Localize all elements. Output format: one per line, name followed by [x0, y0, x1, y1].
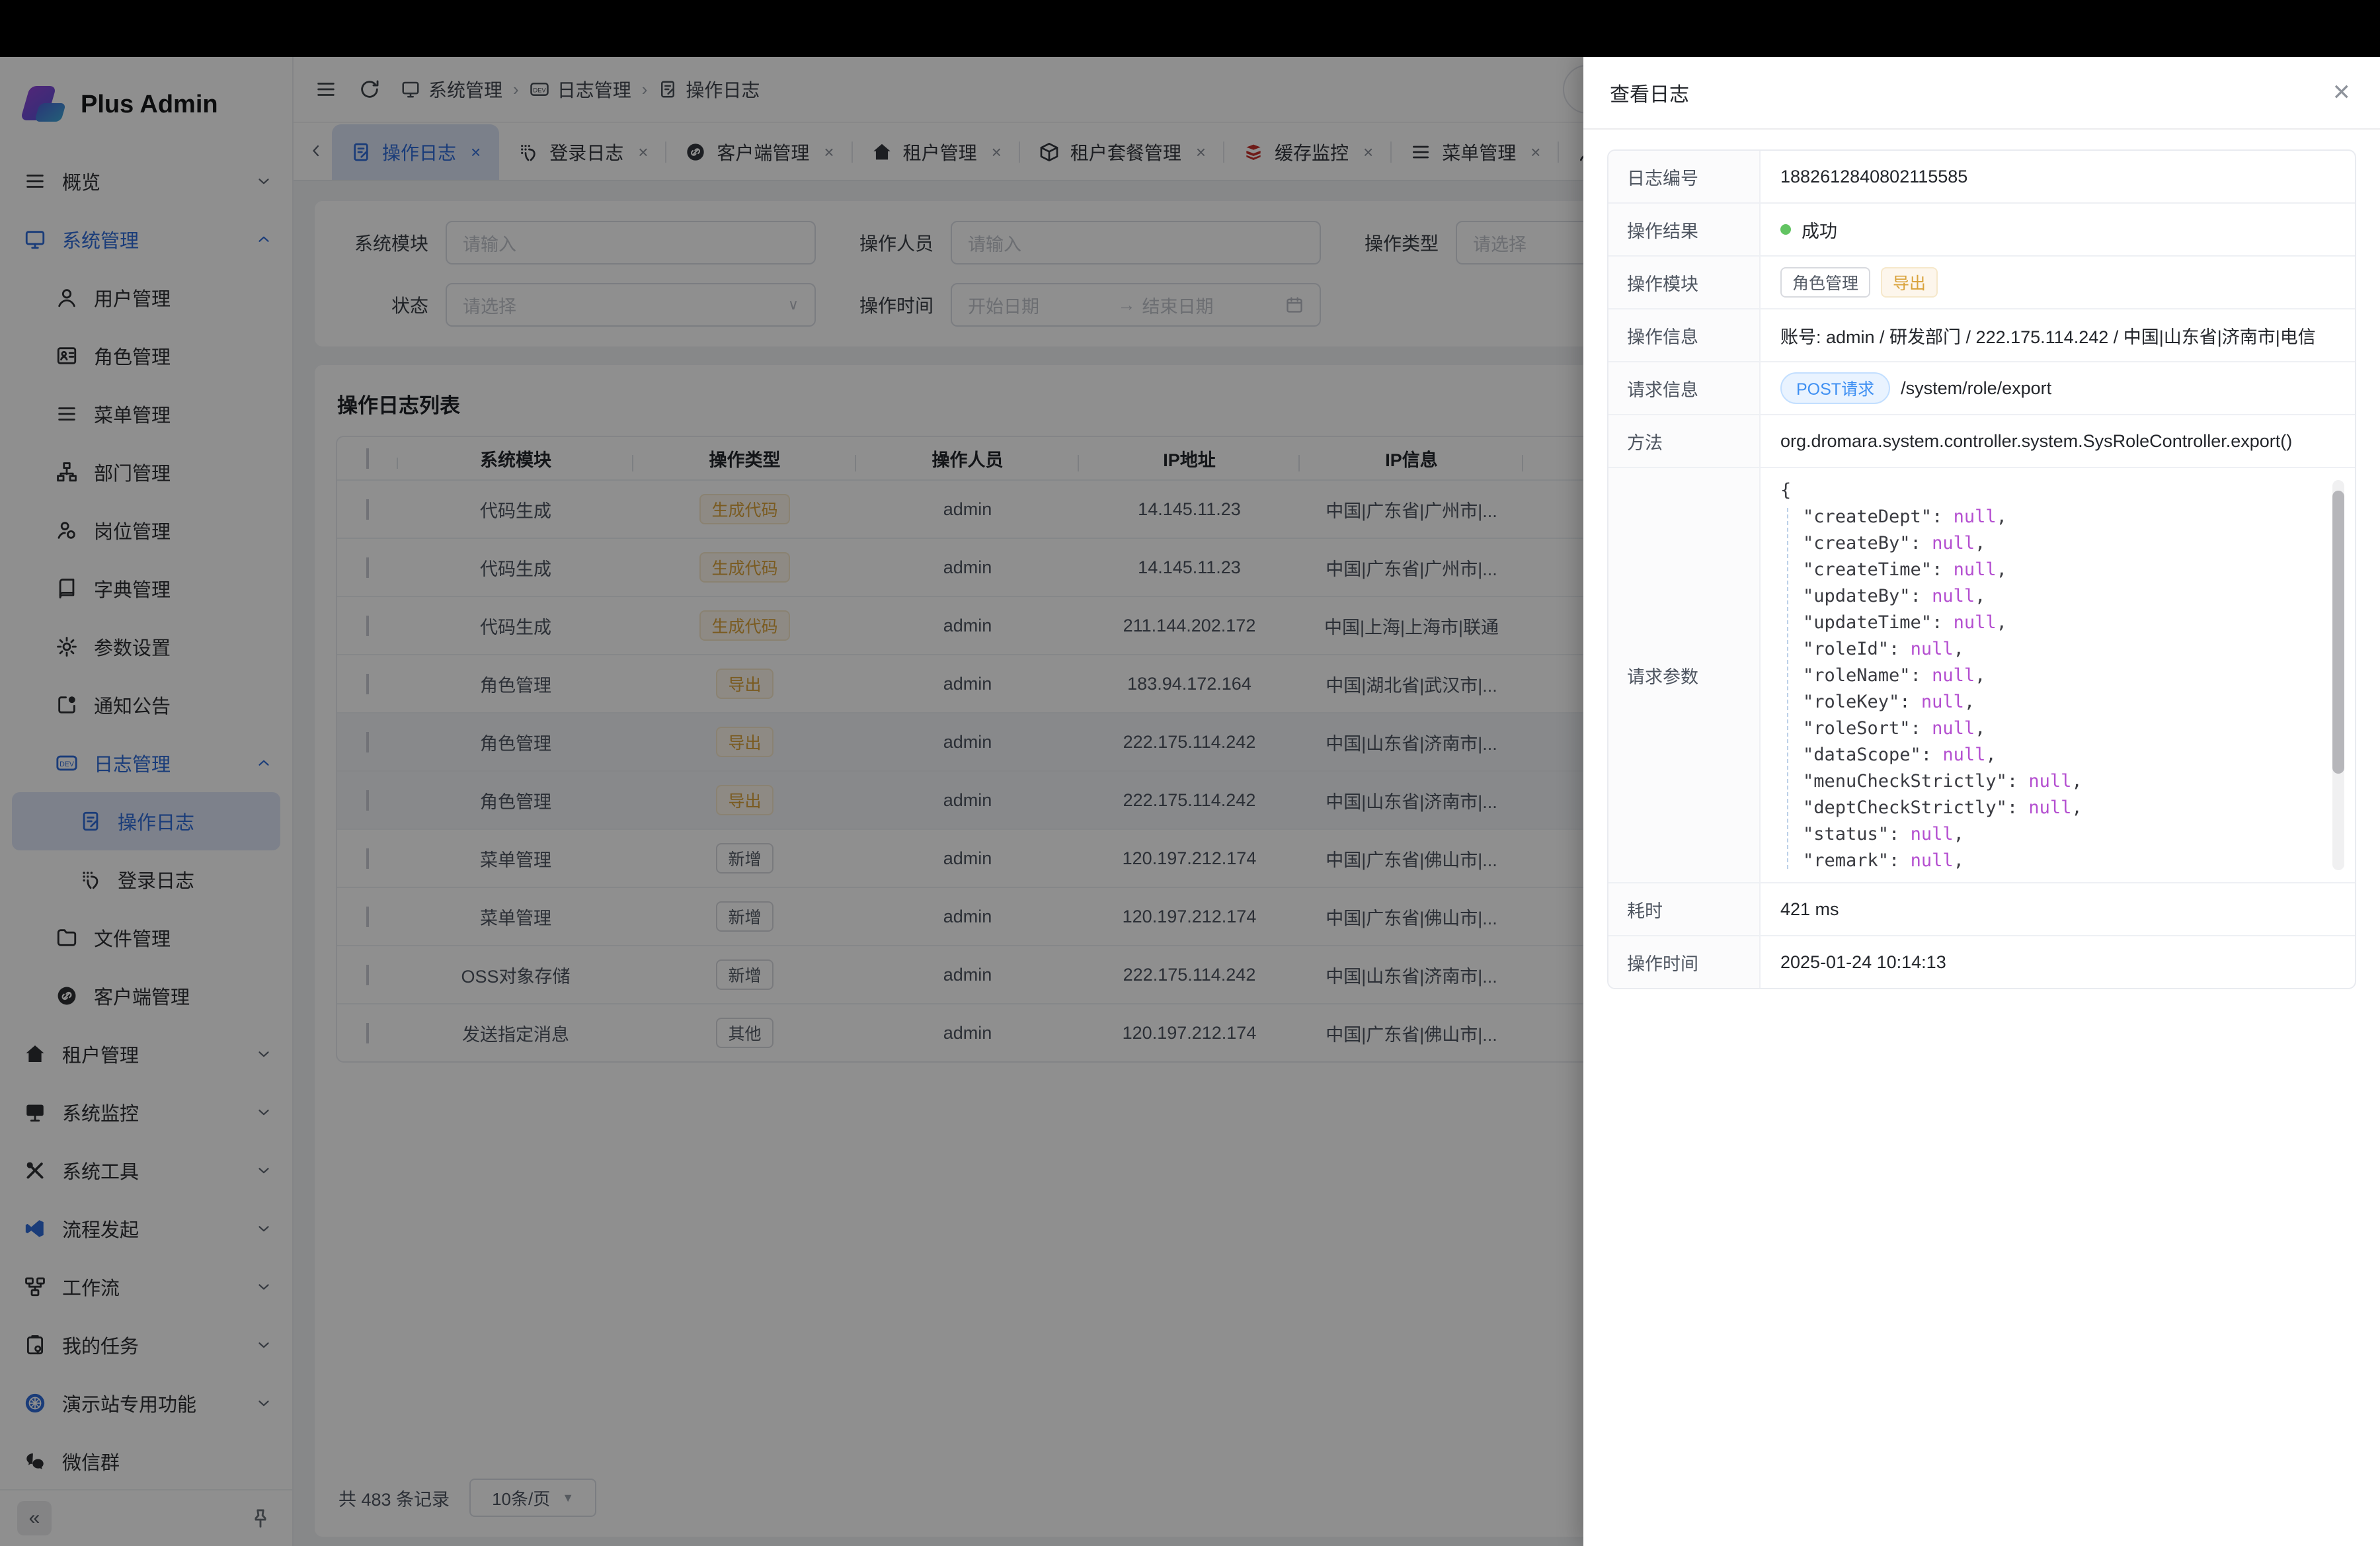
action-tag: 导出 [1881, 267, 1938, 298]
view-log-drawer: 查看日志 ✕ 日志编号 1882612840802115585 操作结果 成功 … [1583, 57, 2380, 1546]
detail-row-module: 操作模块 角色管理 导出 [1608, 255, 2355, 308]
duration-value: 421 ms [1761, 883, 2355, 935]
detail-row-method: 方法 org.dromara.system.controller.system.… [1608, 414, 2355, 467]
browser-top-black-bar [0, 0, 2380, 57]
drawer-title: 查看日志 [1610, 78, 1689, 107]
detail-row-result: 操作结果 成功 [1608, 202, 2355, 255]
drawer-header: 查看日志 ✕ [1583, 57, 2380, 130]
detail-row-op-time: 操作时间 2025-01-24 10:14:13 [1608, 935, 2355, 988]
method-value: org.dromara.system.controller.system.Sys… [1761, 415, 2355, 467]
close-icon[interactable]: ✕ [2332, 81, 2352, 104]
scrollbar-thumb[interactable] [2332, 491, 2344, 774]
request-params-json: {"createDept": null,"createBy": null,"cr… [1780, 477, 2082, 874]
module-tag: 角色管理 [1780, 267, 1870, 298]
detail-row-op-info: 操作信息 账号: admin / 研发部门 / 222.175.114.242 … [1608, 308, 2355, 361]
log-id-value: 1882612840802115585 [1761, 151, 2355, 202]
detail-row-log-id: 日志编号 1882612840802115585 [1608, 151, 2355, 202]
op-info-value: 账号: admin / 研发部门 / 222.175.114.242 / 中国|… [1761, 309, 2355, 361]
request-params-cell: {"createDept": null,"createBy": null,"cr… [1761, 468, 2355, 882]
success-dot-icon [1780, 224, 1791, 235]
op-time-value: 2025-01-24 10:14:13 [1761, 936, 2355, 988]
result-text: 成功 [1802, 217, 1837, 243]
detail-row-duration: 耗时 421 ms [1608, 882, 2355, 935]
detail-row-request: 请求信息 POST请求 /system/role/export [1608, 361, 2355, 414]
request-url: /system/role/export [1901, 378, 2051, 399]
log-detail-table: 日志编号 1882612840802115585 操作结果 成功 操作模块 角色… [1607, 149, 2356, 989]
detail-row-params: 请求参数 {"createDept": null,"createBy": nul… [1608, 467, 2355, 882]
drawer-body: 日志编号 1882612840802115585 操作结果 成功 操作模块 角色… [1583, 130, 2380, 1009]
post-method-tag: POST请求 [1780, 372, 1890, 404]
indent-guide [1787, 508, 1788, 869]
